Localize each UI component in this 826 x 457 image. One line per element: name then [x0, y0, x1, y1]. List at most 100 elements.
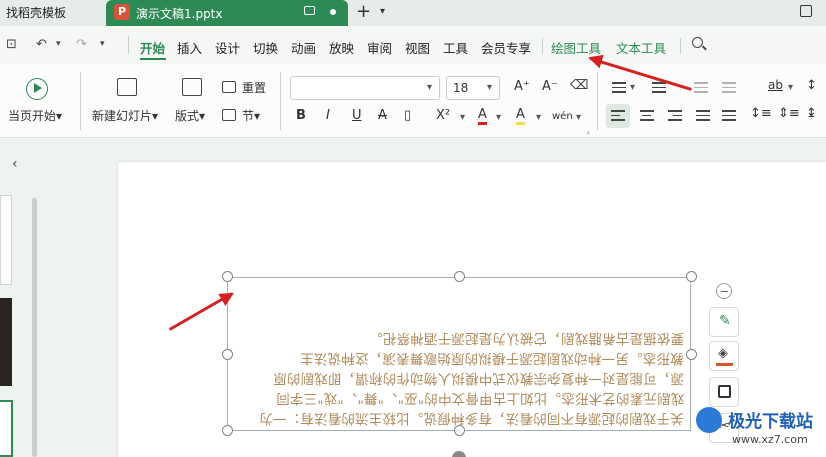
paragraph-spacing-icon[interactable]: ⇕≡ — [778, 106, 800, 121]
resize-handle[interactable] — [222, 271, 233, 282]
slide-thumbnail[interactable] — [0, 195, 12, 285]
new-slide-button[interactable]: 新建幻灯片▾ — [92, 107, 158, 124]
undo-icon[interactable]: ↶ — [36, 37, 47, 52]
menu-slideshow[interactable]: 放映 — [329, 38, 354, 57]
resize-handle[interactable] — [222, 349, 233, 360]
line-spacing-icon[interactable]: ↕≡ — [750, 106, 772, 121]
text-line: 戏剧元素的艺术形态。比如上古甲骨文中的"巫"、"舞"、"戏"三字同 — [275, 390, 684, 406]
increase-indent-icon[interactable] — [722, 82, 736, 94]
menu-review[interactable]: 审阅 — [367, 38, 392, 57]
sort-icon[interactable]: ↕ — [806, 78, 817, 93]
layout-button[interactable]: 版式▾ — [175, 107, 205, 124]
italic-button[interactable]: I — [326, 108, 330, 123]
align-center-icon[interactable] — [640, 110, 654, 122]
align-right-icon[interactable] — [668, 110, 682, 122]
section-label: 节 — [242, 109, 255, 123]
bullet-list-icon[interactable] — [612, 82, 626, 94]
watermark-logo: 极光下载站 www.xz7.com — [692, 401, 826, 457]
search-icon[interactable] — [692, 37, 703, 48]
chevron-down-icon[interactable]: ▾ — [100, 39, 105, 49]
menu-animation[interactable]: 动画 — [291, 38, 316, 57]
text-box-selected[interactable]: 要依据是古希腊戏剧，它被认为是起源于酒神祭祀。 教形态。另一种动戏剧起源于模拟的… — [227, 277, 691, 431]
watermark-url: www.xz7.com — [732, 433, 808, 446]
menu-view[interactable]: 视图 — [405, 38, 430, 57]
justify-icon[interactable] — [696, 110, 710, 122]
font-size-decrease-button[interactable]: A⁻ — [542, 79, 558, 94]
superscript-button[interactable]: X² — [436, 108, 450, 123]
chevron-down-icon[interactable]: ▾ — [788, 82, 793, 93]
pen-icon[interactable]: ✎ — [709, 307, 739, 337]
menu-insert[interactable]: 插入 — [177, 38, 202, 57]
layout-icon[interactable] — [182, 78, 202, 96]
new-slide-label: 新建幻灯片 — [92, 109, 153, 123]
font-name-select[interactable]: ▾ — [290, 76, 440, 100]
bold-button[interactable]: B — [296, 108, 306, 123]
text-align-vertical-icon[interactable]: ↨ — [806, 106, 817, 121]
text-direction-button[interactable]: ab — [768, 78, 783, 92]
window-restore-icon[interactable] — [800, 5, 812, 17]
slide-thumbnail[interactable] — [0, 298, 12, 386]
distribute-icon[interactable] — [722, 110, 736, 122]
collapse-panel-icon[interactable]: ‹ — [12, 156, 18, 172]
tab-document-label: 演示文稿1.pptx — [136, 7, 223, 21]
chevron-down-icon[interactable]: ▾ — [496, 112, 501, 123]
chevron-down-icon[interactable]: ▾ — [576, 112, 581, 123]
strikethrough-button[interactable]: A — [378, 108, 387, 123]
divider — [680, 38, 681, 54]
reset-button[interactable]: 重置 — [242, 79, 266, 96]
chevron-down-icon[interactable]: ▾ — [460, 112, 465, 123]
underline-button[interactable]: U — [352, 108, 362, 123]
resize-handle[interactable] — [686, 271, 697, 282]
phonetic-button[interactable]: wén — [552, 108, 573, 123]
preview-icon[interactable]: ⊡ — [6, 37, 17, 52]
new-tab-button[interactable]: + — [356, 1, 371, 22]
resize-handle[interactable] — [454, 271, 465, 282]
undo-chevron-icon[interactable]: ▾ — [56, 39, 61, 49]
start-from-current-label: 当页开始 — [8, 109, 57, 123]
divider — [280, 72, 281, 130]
play-icon[interactable] — [26, 78, 48, 100]
watermark-logo-icon — [696, 407, 722, 433]
thumbnail-scrollbar[interactable] — [32, 198, 37, 457]
resize-handle[interactable] — [686, 349, 697, 360]
menu-transition[interactable]: 切换 — [253, 38, 278, 57]
redo-icon[interactable]: ↷ — [76, 37, 87, 52]
menu-tools[interactable]: 工具 — [443, 38, 468, 57]
numbered-list-icon[interactable] — [652, 82, 666, 94]
section-icon[interactable] — [222, 109, 236, 121]
font-size-increase-button[interactable]: A⁺ — [514, 79, 530, 94]
title-bar: 找稻壳模板 P 演示文稿1.pptx + ▾ — [0, 0, 826, 26]
unsaved-dot-icon — [330, 9, 336, 15]
chevron-down-icon[interactable]: ▾ — [536, 112, 541, 123]
chevron-down-icon[interactable]: ▾ — [380, 6, 385, 17]
collapse-toolbar-icon[interactable] — [716, 283, 732, 299]
tab-template[interactable]: 找稻壳模板 — [0, 0, 104, 26]
slide-thumbnail-selected[interactable] — [0, 400, 13, 457]
start-from-current-button[interactable]: 当页开始▾ — [8, 107, 62, 124]
resize-handle[interactable] — [454, 425, 465, 436]
shadow-icon[interactable]: ▯ — [404, 108, 411, 123]
highlight-button[interactable]: A — [516, 108, 525, 125]
new-slide-icon[interactable] — [117, 78, 137, 96]
chevron-down-icon: ▾ — [487, 82, 493, 93]
decrease-indent-icon[interactable] — [694, 82, 708, 94]
menu-text-tools[interactable]: 文本工具 — [616, 38, 666, 57]
reset-icon[interactable] — [222, 81, 236, 93]
presentation-file-icon: P — [114, 4, 130, 20]
dialog-launcher-icon[interactable]: ⌟ — [586, 126, 590, 135]
text-line: 关于戏剧的起源有不同的看法，有多种假说。比较主流的看法有：一为 — [259, 410, 684, 426]
menu-home[interactable]: 开始 — [140, 38, 165, 57]
section-button[interactable]: 节▾ — [242, 107, 260, 124]
menu-member[interactable]: 会员专享 — [481, 38, 531, 57]
resize-handle[interactable] — [222, 425, 233, 436]
menu-design[interactable]: 设计 — [215, 38, 240, 57]
tab-document[interactable]: P 演示文稿1.pptx — [106, 0, 348, 26]
active-tab-underline — [140, 58, 166, 60]
font-color-button[interactable]: A — [478, 108, 487, 125]
chevron-down-icon[interactable]: ▾ — [630, 82, 635, 93]
clear-format-icon[interactable]: ⌫ — [570, 78, 588, 93]
fill-color-icon[interactable]: ◈ — [709, 341, 739, 371]
align-left-icon[interactable] — [611, 110, 625, 122]
monitor-icon[interactable] — [304, 6, 315, 15]
font-size-select[interactable]: 18 ▾ — [446, 76, 500, 100]
